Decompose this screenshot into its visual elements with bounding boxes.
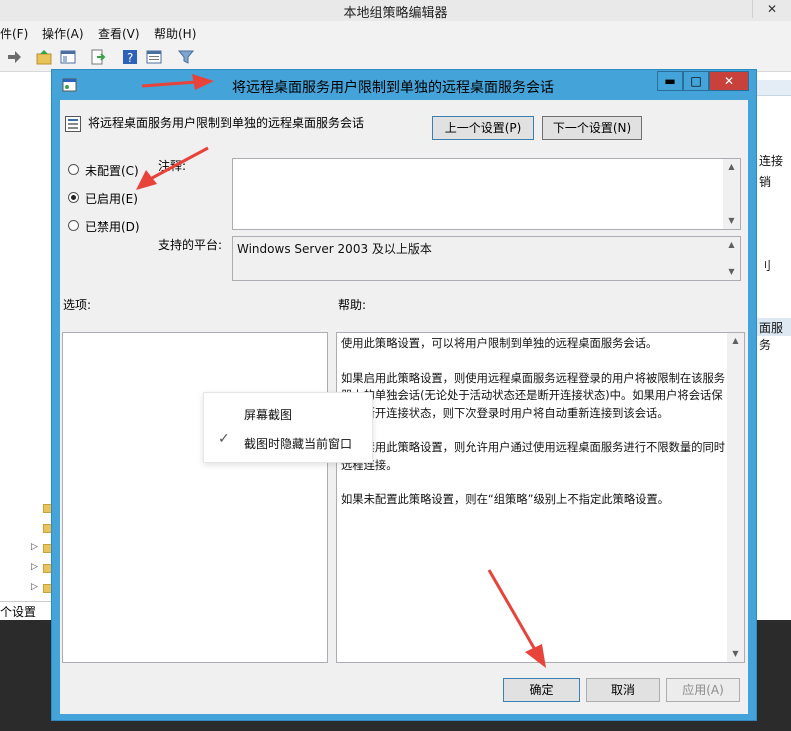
platform-field: Windows Server 2003 及以上版本 ▲ ▼: [232, 236, 741, 281]
help-scrollbar[interactable]: ▲ ▼: [727, 333, 744, 662]
policy-window-icon: [62, 78, 77, 92]
platform-label: 支持的平台:: [158, 238, 223, 252]
ok-button[interactable]: 确定: [503, 678, 580, 702]
help-pane[interactable]: 使用此策略设置，可以将用户限制到单独的远程桌面服务会话。 如果启用此策略设置，则…: [336, 332, 745, 663]
dialog-title: 将远程桌面服务用户限制到单独的远程桌面服务会话: [232, 80, 554, 96]
platform-value: Windows Server 2003 及以上版本: [237, 242, 432, 256]
tree-node[interactable]: [28, 502, 53, 516]
forward-arrow-icon[interactable]: [6, 49, 22, 65]
scroll-up-icon[interactable]: ▲: [727, 333, 744, 349]
up-folder-icon[interactable]: [36, 49, 52, 65]
menu-item-hide-window[interactable]: 截图时隐藏当前窗口: [244, 435, 352, 452]
scroll-up-icon[interactable]: ▲: [723, 237, 740, 253]
help-paragraph: 使用此策略设置，可以将用户限制到单独的远程桌面服务会话。: [341, 337, 658, 350]
menu-help[interactable]: 帮助(H): [154, 25, 196, 42]
filter-icon[interactable]: [178, 49, 194, 65]
menu-action[interactable]: 操作(A): [42, 25, 84, 42]
maximize-button[interactable]: □: [683, 71, 709, 91]
tree-node[interactable]: ▷: [28, 562, 53, 576]
status-bar: 个设置: [0, 601, 52, 620]
menu-item-screenshot[interactable]: 屏幕截图: [244, 406, 292, 423]
scroll-down-icon[interactable]: ▼: [723, 213, 740, 229]
expand-arrow-icon[interactable]: ▷: [31, 562, 38, 572]
details-text: 销: [759, 175, 772, 189]
previous-setting-button[interactable]: 上一个设置(P): [432, 116, 534, 140]
menu-file[interactable]: 件(F): [0, 25, 28, 42]
background-window-title: 本地组策略编辑器: [343, 6, 448, 21]
policy-setting-icon: [65, 116, 81, 132]
help-paragraph: 如果禁用此策略设置，则允许用户通过使用远程桌面服务进行不限数量的同时远程连接。: [341, 441, 726, 472]
help-label: 帮助:: [338, 298, 367, 312]
dialog-body: 将远程桌面服务用户限制到单独的远程桌面服务会话 上一个设置(P) 下一个设置(N…: [60, 100, 748, 714]
svg-text:?: ?: [127, 51, 133, 65]
radio-circle[interactable]: [68, 220, 79, 231]
checkmark-icon: ✓: [218, 431, 230, 447]
menu-view[interactable]: 查看(V): [98, 25, 140, 42]
policy-dialog: 将远程桌面服务用户限制到单独的远程桌面服务会话 ▬ □ ✕ 将远程桌面服务用户限…: [51, 69, 757, 721]
comment-label: 注释:: [158, 159, 187, 173]
toolbar: ?: [0, 43, 791, 72]
scroll-down-icon[interactable]: ▼: [723, 264, 740, 280]
details-text: 连接: [759, 154, 784, 168]
scroll-up-icon[interactable]: ▲: [723, 159, 740, 175]
show-hide-tree-icon[interactable]: [60, 49, 76, 65]
export-list-icon[interactable]: [90, 49, 106, 65]
close-button[interactable]: ✕: [709, 71, 749, 91]
help-text: 使用此策略设置，可以将用户限制到单独的远程桌面服务会话。 如果启用此策略设置，则…: [341, 335, 726, 526]
radio-label: 已禁用(D): [85, 220, 140, 234]
properties-icon[interactable]: [146, 49, 162, 65]
background-titlebar: 本地组策略编辑器 ✕: [0, 0, 791, 21]
policy-name: 将远程桌面服务用户限制到单独的远程桌面服务会话: [88, 116, 365, 130]
menu-bar: 件(F) 操作(A) 查看(V) 帮助(H): [0, 21, 791, 43]
context-menu: 屏幕截图 ✓ 截图时隐藏当前窗口: [203, 392, 373, 463]
radio-label: 已启用(E): [85, 192, 138, 206]
tree-node[interactable]: ▷: [28, 582, 53, 596]
help-icon[interactable]: ?: [122, 49, 138, 65]
details-selected-row[interactable]: 面服务: [757, 318, 791, 352]
platform-scrollbar[interactable]: ▲ ▼: [723, 237, 740, 280]
options-pane: [62, 332, 328, 663]
tree-node[interactable]: [28, 522, 53, 536]
next-setting-button[interactable]: 下一个设置(N): [542, 116, 642, 140]
details-header: [757, 80, 791, 96]
apply-button[interactable]: 应用(A): [666, 678, 740, 702]
radio-label: 未配置(C): [85, 164, 139, 178]
details-text: 面服务: [759, 321, 784, 352]
expand-arrow-icon[interactable]: ▷: [31, 542, 38, 552]
help-paragraph: 如果未配置此策略设置，则在“组策略”级别上不指定此策略设置。: [341, 493, 670, 506]
minimize-button[interactable]: ▬: [657, 71, 683, 91]
details-text: 刂: [759, 259, 772, 273]
comment-textarea[interactable]: ▲ ▼: [232, 158, 741, 230]
radio-circle[interactable]: [68, 164, 79, 175]
help-paragraph: 如果启用此策略设置，则使用远程桌面服务远程登录的用户将被限制在该服务器上的单独会…: [341, 371, 726, 420]
expand-arrow-icon[interactable]: ▷: [31, 582, 38, 592]
background-close-button[interactable]: ✕: [752, 0, 791, 18]
radio-circle-selected[interactable]: [68, 192, 79, 203]
cancel-button[interactable]: 取消: [586, 678, 660, 702]
tree-pane: [0, 72, 52, 620]
options-label: 选项:: [63, 298, 92, 312]
scroll-down-icon[interactable]: ▼: [727, 646, 744, 662]
tree-node[interactable]: ▷: [28, 542, 53, 556]
comment-scrollbar[interactable]: ▲ ▼: [723, 159, 740, 229]
